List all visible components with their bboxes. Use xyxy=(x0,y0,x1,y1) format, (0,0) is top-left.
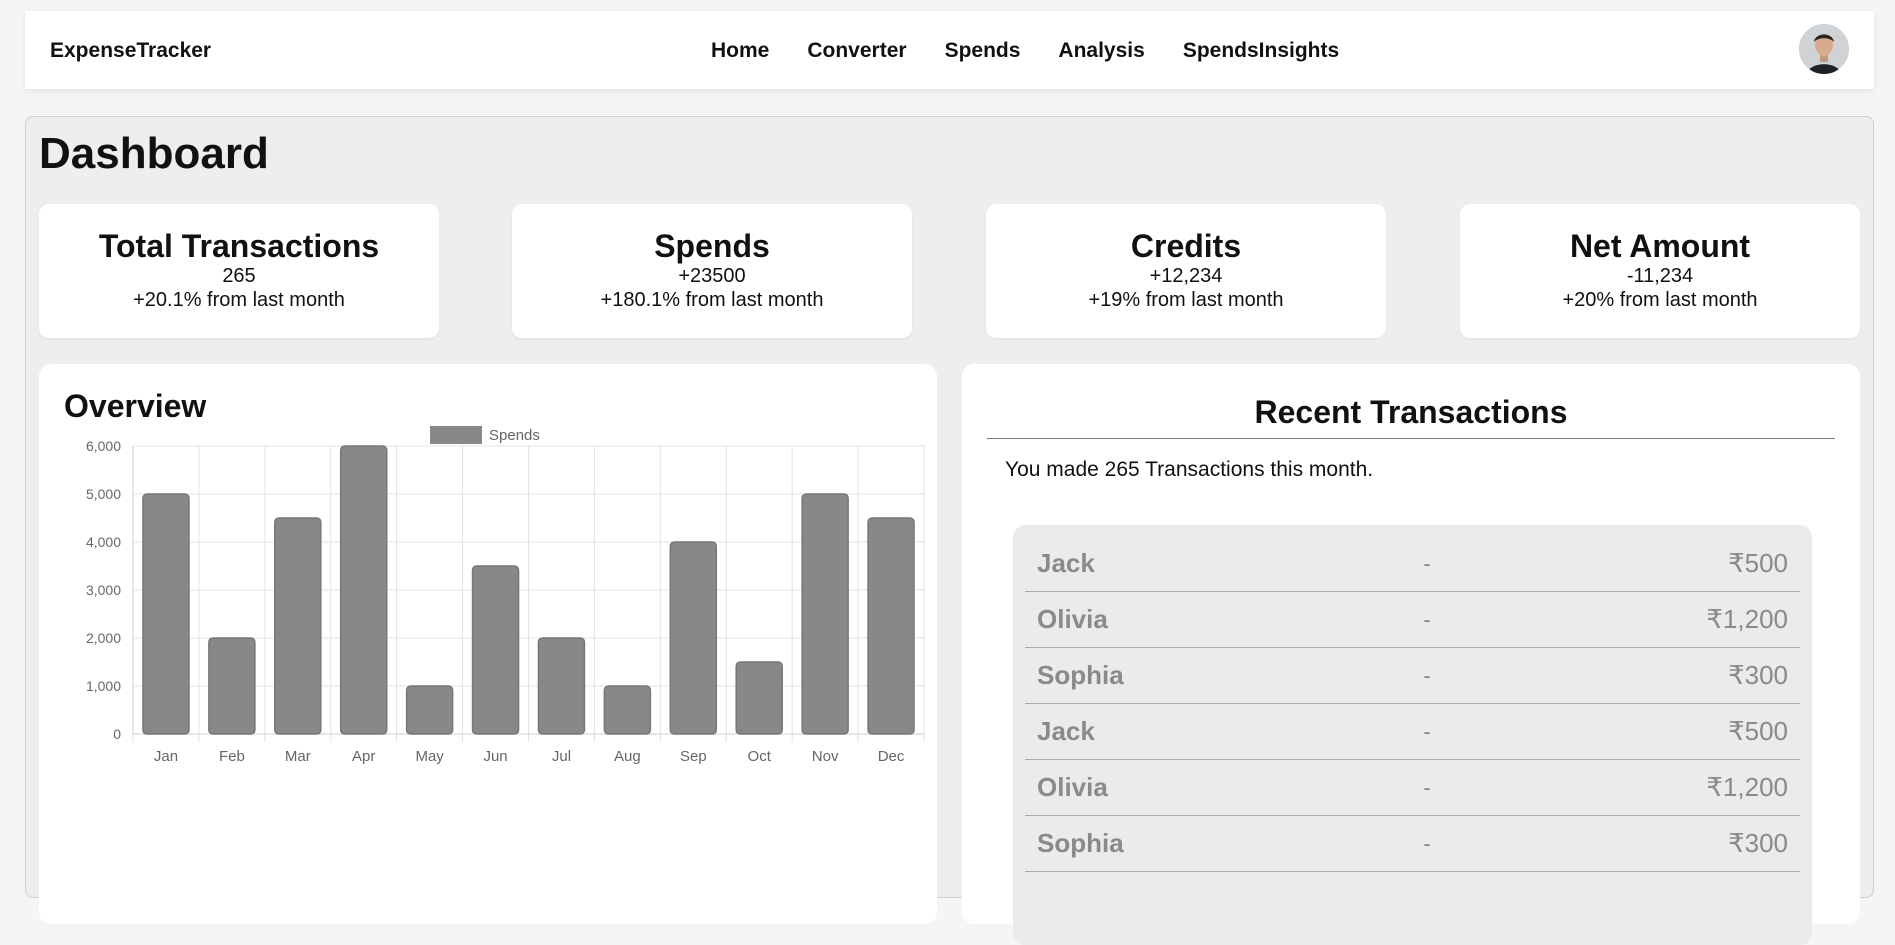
card-value: +23500 xyxy=(678,265,746,287)
card-credits: Credits +12,234 +19% from last month xyxy=(986,204,1386,338)
bar-dec xyxy=(867,517,915,735)
recent-transactions-panel: Recent Transactions You made 265 Transac… xyxy=(962,364,1860,945)
bar-feb xyxy=(208,637,256,735)
transaction-separator: - xyxy=(1423,606,1431,632)
transaction-amount: ₹300 xyxy=(1728,828,1788,858)
spends-bar-chart: 0 1,000 2,000 3,000 4,000 5,000 6,000 Jan Feb Mar… xyxy=(86,426,925,765)
bar-jun xyxy=(471,565,520,735)
transaction-row[interactable]: Sophia - ₹300 xyxy=(1025,648,1800,704)
x-tick-label: Aug xyxy=(614,748,641,765)
transaction-amount: ₹500 xyxy=(1728,548,1788,578)
card-title: Net Amount xyxy=(1569,228,1751,264)
top-navbar: ExpenseTracker Home Converter Spends Ana… xyxy=(25,11,1874,89)
nav-home[interactable]: Home xyxy=(711,39,769,63)
card-value: +12,234 xyxy=(1149,265,1223,287)
title-divider xyxy=(987,438,1835,439)
recent-summary: You made 265 Transactions this month. xyxy=(1005,458,1374,481)
recent-title: Recent Transactions xyxy=(1254,394,1568,430)
bar-jan xyxy=(142,493,190,735)
nav-converter[interactable]: Converter xyxy=(807,39,906,63)
card-title: Credits xyxy=(1130,228,1242,264)
overview-panel: Overview 0 1,000 2,000 3,000 4,000 5,000 6,000… xyxy=(39,364,937,924)
transaction-row[interactable]: Jack - ₹500 xyxy=(1025,536,1800,592)
y-tick-label: 1,000 xyxy=(86,678,121,694)
main-nav: Home Converter Spends Analysis SpendsIns… xyxy=(711,39,1339,63)
x-tick-label: Oct xyxy=(748,748,772,765)
transaction-separator: - xyxy=(1423,718,1431,744)
transaction-row[interactable]: Olivia - ₹1,200 xyxy=(1025,592,1800,648)
bar-apr xyxy=(339,445,388,735)
nav-spendsinsights[interactable]: SpendsInsights xyxy=(1183,39,1339,63)
x-tick-label: May xyxy=(415,748,444,765)
transaction-amount: ₹1,200 xyxy=(1706,604,1788,634)
user-avatar[interactable] xyxy=(1799,24,1849,74)
nav-analysis[interactable]: Analysis xyxy=(1058,39,1144,63)
card-spends: Spends +23500 +180.1% from last month xyxy=(512,204,912,338)
card-delta: +19% from last month xyxy=(1088,289,1284,311)
card-net-amount: Net Amount -11,234 +20% from last month xyxy=(1460,204,1860,338)
card-title: Total Transactions xyxy=(98,228,380,264)
card-value: -11,234 xyxy=(1626,265,1694,287)
overview-title: Overview xyxy=(64,388,207,424)
nav-spends[interactable]: Spends xyxy=(945,39,1021,63)
bar-nov xyxy=(801,493,849,735)
x-tick-label: Dec xyxy=(878,748,905,765)
transaction-row[interactable]: Sophia - ₹300 xyxy=(1025,816,1800,872)
transaction-name: Jack xyxy=(1037,716,1095,746)
x-tick-label: Mar xyxy=(285,748,311,765)
y-tick-label: 3,000 xyxy=(86,582,121,598)
legend-label: Spends xyxy=(489,427,540,444)
bar-aug xyxy=(603,685,652,735)
bar-mar xyxy=(274,517,322,735)
y-tick-label: 2,000 xyxy=(86,630,121,646)
transaction-row[interactable]: Jack - ₹500 xyxy=(1025,704,1800,760)
transaction-separator: - xyxy=(1423,830,1431,856)
card-delta: +180.1% from last month xyxy=(600,289,824,311)
chart-legend[interactable]: Spends xyxy=(430,426,540,444)
card-title: Spends xyxy=(654,228,770,264)
transaction-name: Olivia xyxy=(1037,772,1108,802)
transaction-separator: - xyxy=(1423,662,1431,688)
card-delta: +20% from last month xyxy=(1562,289,1758,311)
x-tick-label: Jan xyxy=(154,748,178,765)
bar-jul xyxy=(537,637,586,735)
x-tick-label: Sep xyxy=(680,748,707,765)
transaction-name: Jack xyxy=(1037,548,1095,578)
y-tick-label: 4,000 xyxy=(86,534,121,550)
transaction-separator: - xyxy=(1423,774,1431,800)
legend-swatch xyxy=(430,426,482,444)
transaction-name: Sophia xyxy=(1037,828,1124,858)
card-total-transactions: Total Transactions 265 +20.1% from last … xyxy=(39,204,439,338)
y-tick-label: 0 xyxy=(113,726,121,742)
x-tick-label: Nov xyxy=(812,748,839,765)
transaction-name: Sophia xyxy=(1037,660,1124,690)
transaction-amount: ₹1,200 xyxy=(1706,772,1788,802)
transaction-amount: ₹300 xyxy=(1728,660,1788,690)
dashboard-container: Dashboard Total Transactions 265 +20.1% … xyxy=(25,116,1874,945)
transaction-row[interactable]: Olivia - ₹1,200 xyxy=(1025,760,1800,816)
x-tick-label: Apr xyxy=(352,748,375,765)
y-tick-label: 6,000 xyxy=(86,438,121,454)
bar-may xyxy=(405,685,454,735)
bar-sep xyxy=(669,541,718,735)
x-tick-label: Jun xyxy=(483,748,507,765)
user-avatar-icon xyxy=(1799,24,1849,74)
transaction-amount: ₹500 xyxy=(1728,716,1788,746)
app-brand[interactable]: ExpenseTracker xyxy=(50,39,211,63)
page-title: Dashboard xyxy=(39,129,269,178)
transaction-separator: - xyxy=(1423,550,1431,576)
bar-oct xyxy=(735,661,783,735)
card-delta: +20.1% from last month xyxy=(133,289,345,311)
card-value: 265 xyxy=(222,265,256,287)
transaction-list: Jack - ₹500 Olivia - ₹1,200 Sophia - ₹30… xyxy=(1013,525,1812,945)
x-tick-label: Jul xyxy=(552,748,571,765)
transaction-name: Olivia xyxy=(1037,604,1108,634)
y-tick-label: 5,000 xyxy=(86,486,121,502)
x-tick-label: Feb xyxy=(219,748,245,765)
